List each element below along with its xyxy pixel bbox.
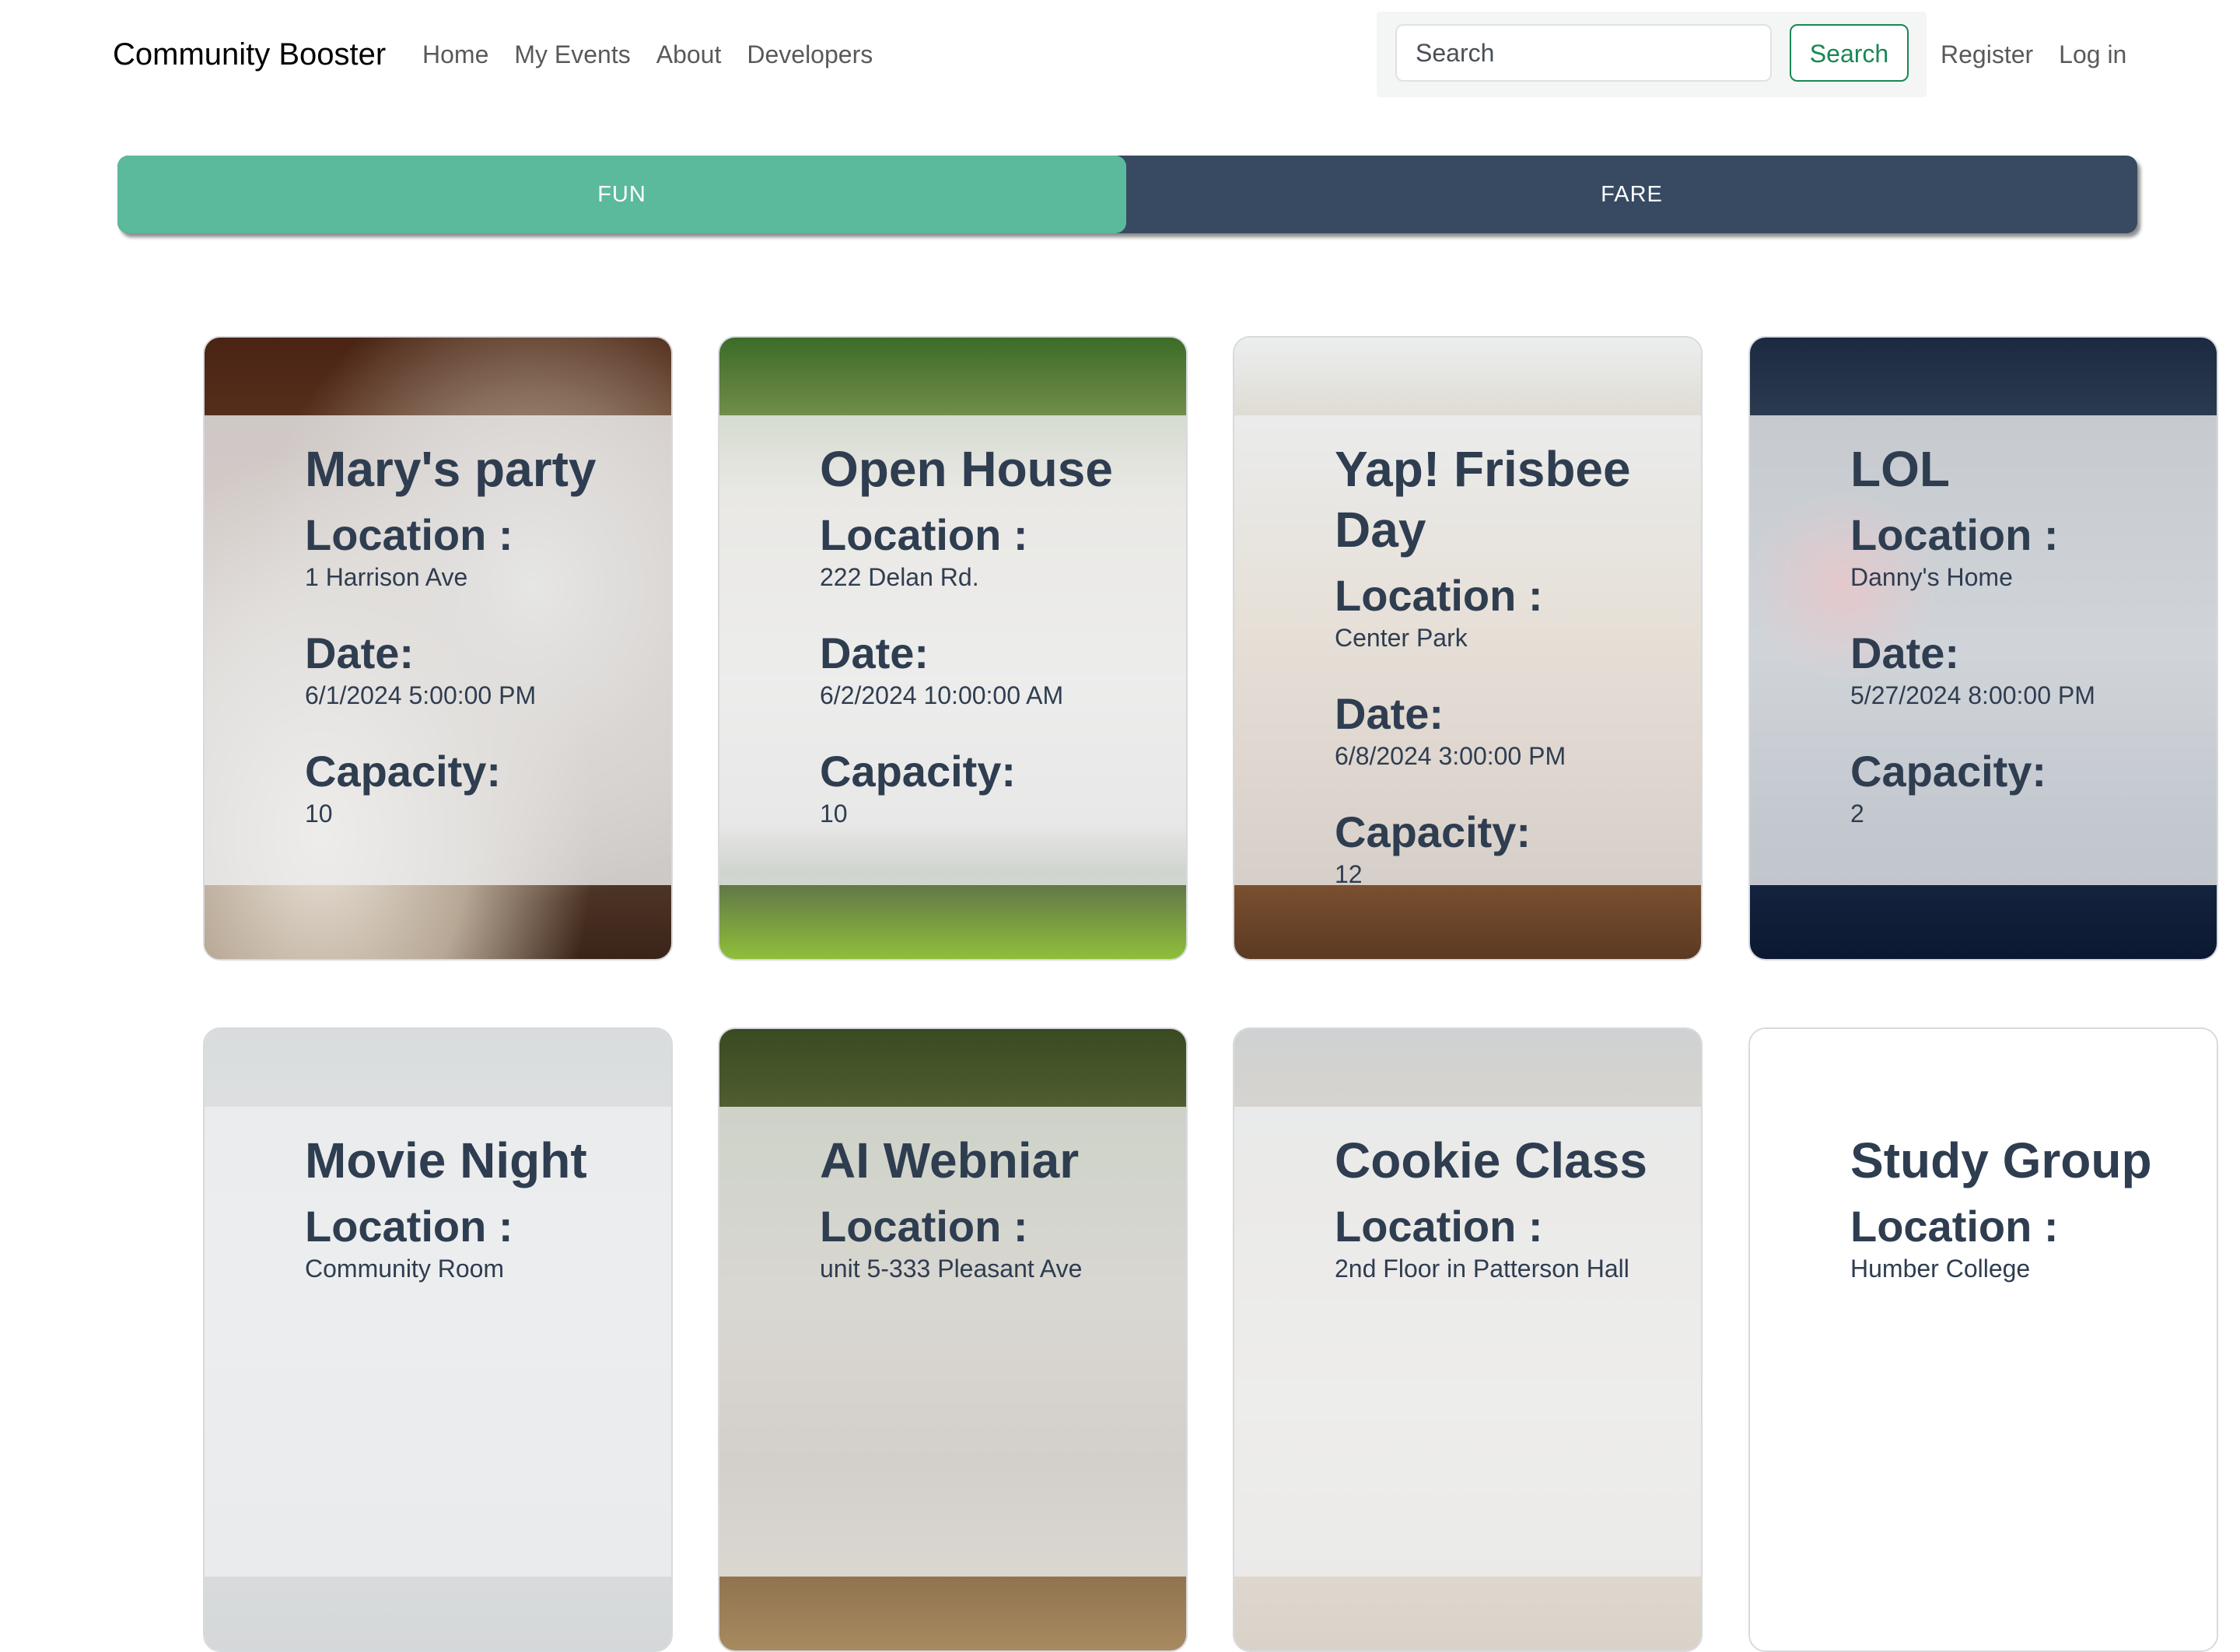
event-card[interactable]: Study Group Location : Humber College xyxy=(1748,1027,2218,1652)
location-label: Location : xyxy=(1335,571,1543,620)
capacity-label: Capacity: xyxy=(820,747,1017,796)
nav-links: Home My Events About Developers xyxy=(422,34,873,75)
capacity-label: Capacity: xyxy=(1850,747,2047,796)
capacity-value: 2 xyxy=(1850,800,1864,828)
location-value: Danny's Home xyxy=(1850,563,2013,591)
nav-my-events-link[interactable]: My Events xyxy=(514,34,630,75)
location-label: Location : xyxy=(820,1202,1028,1251)
location-label: Location : xyxy=(1850,510,2059,559)
date-value: 6/1/2024 5:00:00 PM xyxy=(305,681,537,709)
event-title: Mary's party xyxy=(305,441,597,497)
card-body: Mary's party Location : 1 Harrison Ave Date… xyxy=(305,431,655,863)
event-card[interactable]: Cookie Class Location : 2nd Floor in Patte… xyxy=(1233,1027,1703,1652)
location-label: Location : xyxy=(820,510,1028,559)
register-link[interactable]: Register xyxy=(1941,34,2033,75)
card-body: Movie Night Location : Community Room xyxy=(305,1122,655,1318)
location-value: 222 Delan Rd. xyxy=(820,563,979,591)
capacity-value: 12 xyxy=(1335,860,1363,888)
toggle-fare-option[interactable]: FARE xyxy=(1126,156,2137,233)
brand-link[interactable]: Community Booster xyxy=(113,34,386,75)
event-title: AI Webniar xyxy=(820,1132,1080,1188)
date-label: Date: xyxy=(1850,628,1960,677)
event-title: LOL xyxy=(1850,441,1950,497)
search-form: Search xyxy=(1377,12,1927,97)
event-title: Yap! Frisbee Day xyxy=(1335,441,1631,558)
event-title: Open House xyxy=(820,441,1113,497)
event-card[interactable]: LOL Location : Danny's Home Date: 5/27/2024 … xyxy=(1748,336,2218,961)
event-card[interactable]: Yap! Frisbee Day Location : Center Park Dat… xyxy=(1233,336,1703,961)
location-value: 2nd Floor in Patterson Hall xyxy=(1335,1255,1629,1283)
card-body: Open House Location : 222 Delan Rd. Date: 6/… xyxy=(820,431,1170,863)
event-card[interactable]: Movie Night Location : Community Room xyxy=(203,1027,673,1652)
search-button[interactable]: Search xyxy=(1790,24,1909,82)
event-card[interactable]: Mary's party Location : 1 Harrison Ave Date… xyxy=(203,336,673,961)
capacity-value: 10 xyxy=(305,800,333,828)
search-input[interactable] xyxy=(1395,24,1772,82)
card-body: Yap! Frisbee Day Location : Center Park Dat… xyxy=(1335,431,1685,924)
location-value: Center Park xyxy=(1335,624,1468,652)
event-card[interactable]: Open House Location : 222 Delan Rd. Date: 6/… xyxy=(718,336,1188,961)
card-body: LOL Location : Danny's Home Date: 5/27/2024 … xyxy=(1850,431,2200,863)
event-title: Study Group xyxy=(1850,1132,2152,1188)
date-value: 6/2/2024 10:00:00 AM xyxy=(820,681,1064,709)
card-body: AI Webniar Location : unit 5-333 Pleasant … xyxy=(820,1122,1170,1318)
event-title: Movie Night xyxy=(305,1132,587,1188)
date-label: Date: xyxy=(1335,689,1444,738)
location-value: unit 5-333 Pleasant Ave xyxy=(820,1255,1083,1283)
top-navbar: Community Booster Home My Events About D… xyxy=(0,0,2240,109)
location-label: Location : xyxy=(305,1202,513,1251)
capacity-label: Capacity: xyxy=(1335,807,1531,856)
toggle-fun-option[interactable]: FUN xyxy=(117,156,1126,233)
capacity-label: Capacity: xyxy=(305,747,502,796)
location-value: Humber College xyxy=(1850,1255,2031,1283)
date-label: Date: xyxy=(305,628,415,677)
location-value: Community Room xyxy=(305,1255,505,1283)
date-value: 6/8/2024 3:00:00 PM xyxy=(1335,742,1566,770)
date-label: Date: xyxy=(820,628,929,677)
capacity-value: 10 xyxy=(820,800,848,828)
nav-developers-link[interactable]: Developers xyxy=(747,34,873,75)
location-value: 1 Harrison Ave xyxy=(305,563,468,591)
nav-about-link[interactable]: About xyxy=(656,34,722,75)
event-card[interactable]: AI Webniar Location : unit 5-333 Pleasant … xyxy=(718,1027,1188,1652)
location-label: Location : xyxy=(1335,1202,1543,1251)
event-title: Cookie Class xyxy=(1335,1132,1647,1188)
card-body: Cookie Class Location : 2nd Floor in Patte… xyxy=(1335,1122,1685,1318)
location-label: Location : xyxy=(1850,1202,2059,1251)
fun-fare-toggle: FUN FARE xyxy=(117,156,2137,233)
date-value: 5/27/2024 8:00:00 PM xyxy=(1850,681,2095,709)
nav-home-link[interactable]: Home xyxy=(422,34,488,75)
location-label: Location : xyxy=(305,510,513,559)
login-link[interactable]: Log in xyxy=(2059,34,2126,75)
card-body: Study Group Location : Humber College xyxy=(1850,1122,2200,1318)
auth-links: Register Log in xyxy=(1941,34,2126,75)
